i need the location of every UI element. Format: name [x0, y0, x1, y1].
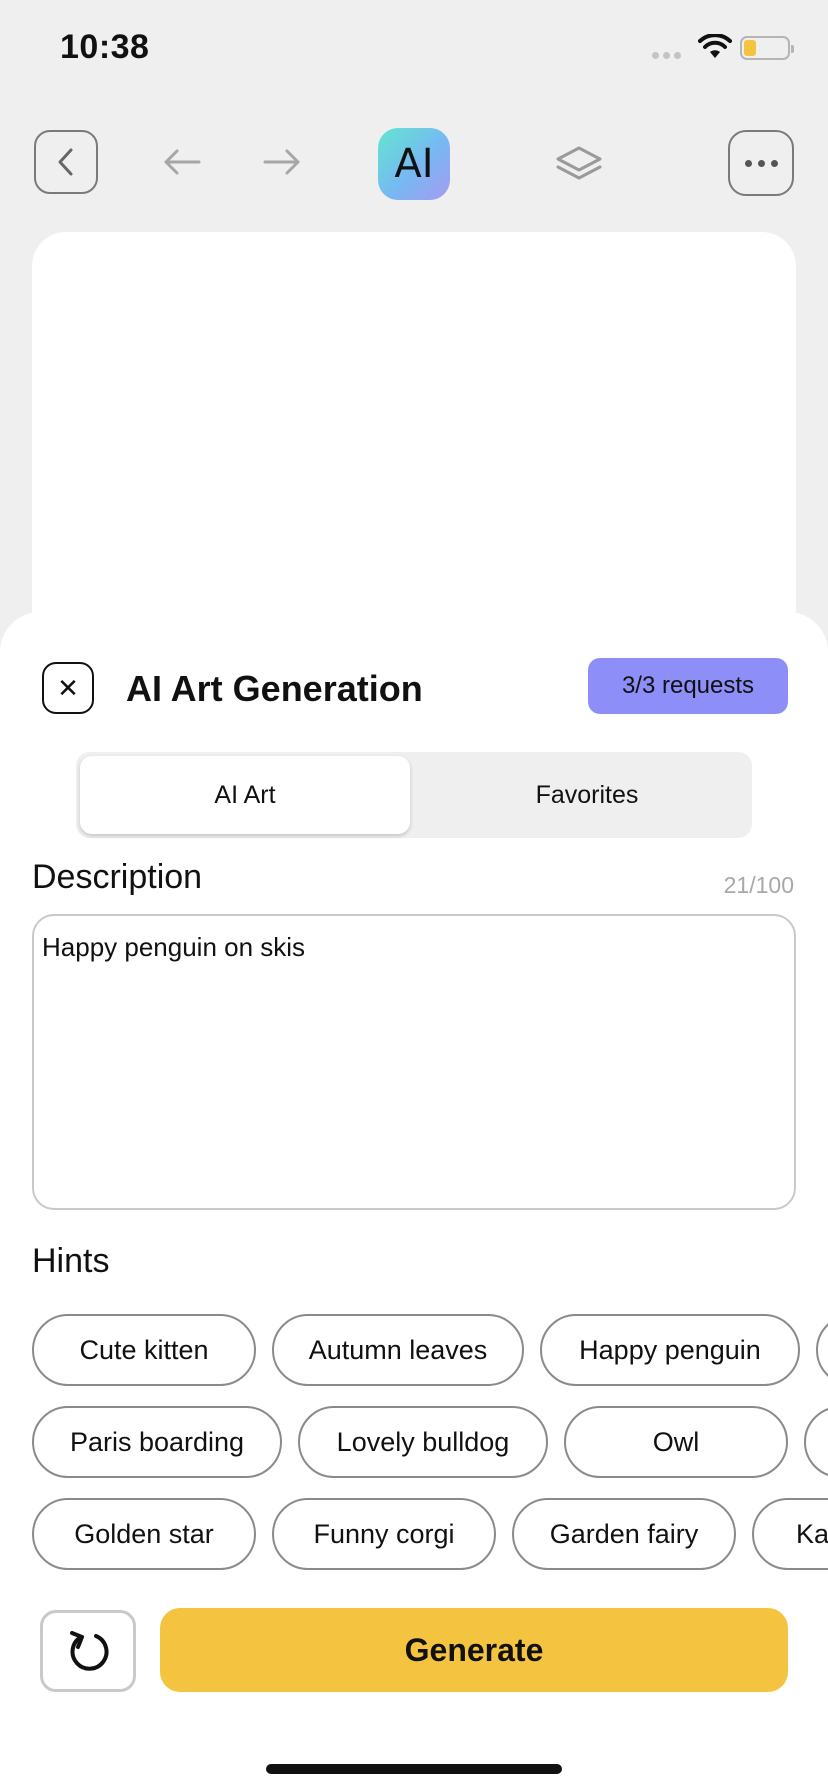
description-input[interactable]: Happy penguin on skis: [32, 914, 796, 1210]
close-icon: ✕: [57, 673, 79, 703]
hint-row-2: Paris boarding Lovely bulldog Owl: [32, 1406, 828, 1478]
layers-button[interactable]: [552, 138, 606, 192]
tab-bar: AI Art Favorites: [76, 752, 752, 838]
hint-chip[interactable]: Paris boarding: [32, 1406, 282, 1478]
hint-chip[interactable]: Golden star: [32, 1498, 256, 1570]
back-icon: [58, 148, 73, 176]
ai-art-panel: ✕ AI Art Generation 3/3 requests AI Art …: [0, 612, 828, 1792]
hint-row-1: Cute kitten Autumn leaves Happy penguin: [32, 1314, 828, 1386]
tab-ai-art[interactable]: AI Art: [80, 756, 410, 834]
more-icon: [744, 159, 752, 167]
battery-icon: [740, 36, 794, 60]
redo-button[interactable]: [258, 138, 306, 186]
hint-chip[interactable]: Lovely bulldog: [298, 1406, 548, 1478]
home-indicator: [266, 1764, 562, 1774]
top-toolbar: AI: [0, 128, 828, 200]
drawing-canvas[interactable]: [32, 232, 796, 652]
char-counter: 21/100: [723, 872, 794, 898]
hint-chip[interactable]: Garden fairy: [512, 1498, 736, 1570]
wifi-icon: [698, 34, 732, 58]
hint-chip[interactable]: [816, 1314, 828, 1386]
back-button[interactable]: [34, 130, 98, 194]
hint-chip[interactable]: Owl: [564, 1406, 788, 1478]
ai-button[interactable]: AI: [378, 128, 450, 200]
hints-label: Hints: [32, 1242, 110, 1280]
undo-button[interactable]: [158, 138, 206, 186]
hint-chip[interactable]: Happy penguin: [540, 1314, 800, 1386]
requests-badge: 3/3 requests: [588, 658, 788, 714]
description-label: Description: [32, 858, 203, 896]
redo-icon: [263, 149, 300, 175]
tab-favorites[interactable]: Favorites: [422, 756, 752, 834]
hint-chip[interactable]: [804, 1406, 828, 1478]
cellular-icon: [652, 52, 681, 59]
undo-icon: [164, 149, 201, 175]
reset-button[interactable]: [40, 1610, 136, 1692]
more-button[interactable]: [728, 130, 794, 196]
status-bar: 10:38: [0, 0, 828, 100]
panel-title: AI Art Generation: [126, 668, 423, 709]
hint-row-3: Golden star Funny corgi Garden fairy Ka: [32, 1498, 828, 1570]
status-time: 10:38: [60, 28, 150, 66]
hint-chip[interactable]: Autumn leaves: [272, 1314, 524, 1386]
hint-chip[interactable]: Cute kitten: [32, 1314, 256, 1386]
close-button[interactable]: ✕: [42, 662, 94, 714]
generate-button[interactable]: Generate: [160, 1608, 788, 1692]
hint-chip[interactable]: Funny corgi: [272, 1498, 496, 1570]
layers-icon: [556, 146, 602, 180]
hint-chip[interactable]: Ka: [752, 1498, 828, 1570]
refresh-icon: [70, 1631, 109, 1671]
